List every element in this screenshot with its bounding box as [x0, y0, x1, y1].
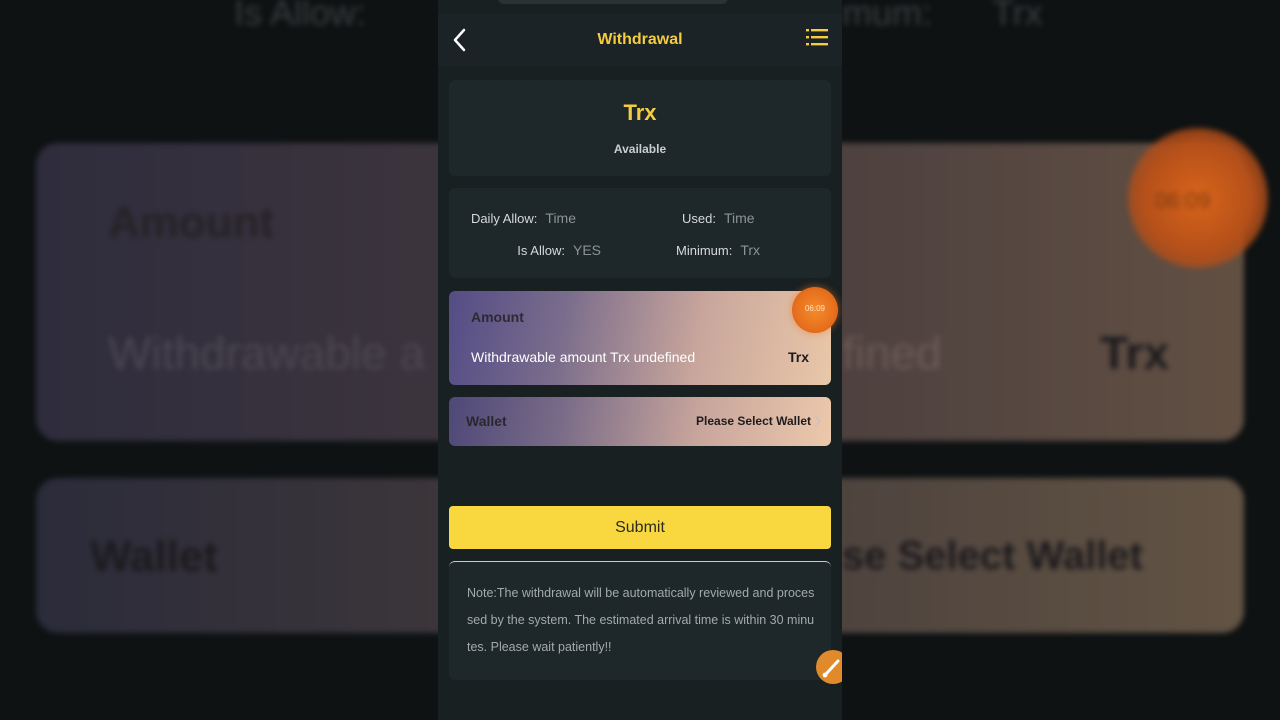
timer-text: 06:09 [804, 304, 826, 313]
app-header: Withdrawal [438, 14, 842, 66]
coin-name: Trx [623, 100, 657, 125]
list-menu-icon[interactable] [806, 27, 828, 49]
daily-allow-row: Daily Allow: Time [471, 210, 576, 226]
balance-card: Trx Available [449, 80, 831, 176]
amount-input[interactable]: Withdrawable amount Trx undefined [471, 349, 695, 365]
bg-amount-label: Amount [108, 198, 275, 247]
minimum-row: Minimum: Trx [676, 242, 760, 258]
submit-button[interactable]: Submit [449, 506, 831, 549]
page-title: Withdrawal [597, 31, 683, 48]
wallet-select-text: Please Select Wallet [696, 414, 811, 428]
amount-label: Amount [471, 309, 524, 325]
is-allow-value: YES [572, 242, 601, 258]
timer-orb-button[interactable]: 06:09 [792, 287, 838, 333]
is-allow-row: Is Allow: YES [517, 242, 601, 258]
note-text: Note:The withdrawal will be automaticall… [467, 586, 815, 654]
daily-allow-label: Daily Allow: [470, 211, 538, 226]
brush-icon [822, 659, 840, 678]
amount-card: Amount Withdrawable amount Trx undefined… [449, 291, 831, 385]
bg-fined: fined [842, 327, 942, 379]
used-value: Time [723, 210, 755, 226]
note-card: Note:The withdrawal will be automaticall… [449, 561, 831, 680]
bg-wallet-label: Wallet [90, 532, 218, 581]
bg-select-wallet: se Select Wallet [842, 534, 1143, 578]
bg-is-allow: Is Allow: [234, 0, 367, 33]
chevron-right-icon [814, 415, 821, 427]
limits-card: Daily Allow: Time Used: Time Is Allow: YES … [449, 188, 831, 278]
bg-trx-unit: Trx [1100, 327, 1170, 379]
minimum-label: Minimum: [676, 243, 733, 258]
bg-withdrawable: Withdrawable a [108, 327, 426, 379]
amount-unit: Trx [787, 349, 809, 365]
used-label: Used: [682, 211, 716, 226]
daily-allow-value: Time [545, 210, 576, 226]
phone-screen: Withdrawal Trx Available Daily Allow: Tim… [438, 0, 842, 720]
minimum-value: Trx [740, 242, 761, 258]
used-row: Used: Time [682, 210, 755, 226]
bg-timer: 06:09 [1155, 188, 1211, 213]
bg-trx-top: Trx [992, 0, 1043, 33]
bg-minimum: mum: [842, 0, 932, 33]
wallet-label: Wallet [466, 413, 507, 429]
wallet-selector[interactable]: Wallet Please Select Wallet [449, 397, 831, 446]
available-label: Available [613, 142, 667, 156]
brush-fab-button[interactable] [816, 650, 842, 684]
status-notch [498, 0, 728, 4]
is-allow-label: Is Allow: [517, 243, 565, 258]
